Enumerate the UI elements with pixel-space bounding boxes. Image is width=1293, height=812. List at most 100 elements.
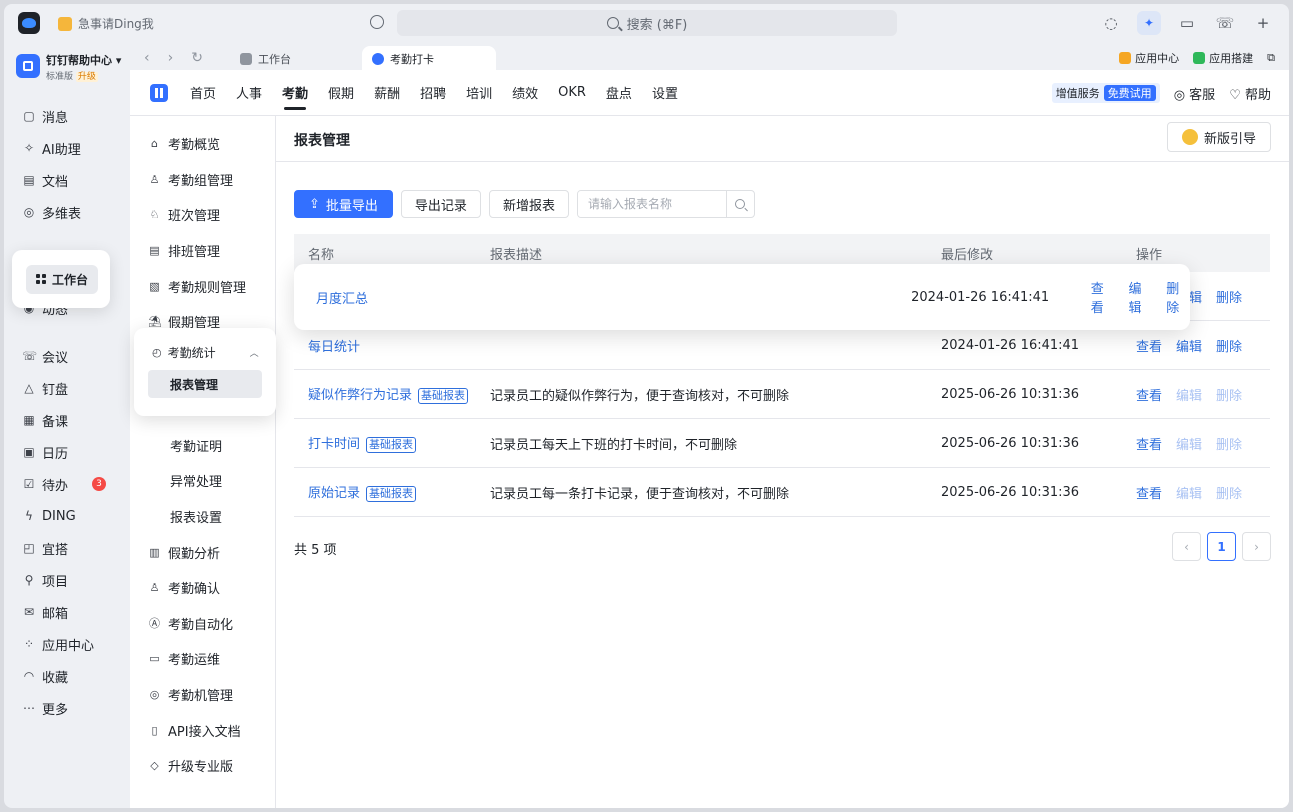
sidemenu-item[interactable]: Ⓐ 考勤自动化 xyxy=(130,606,275,642)
calendar-icon: ▣ xyxy=(23,445,35,459)
nav-item[interactable]: ◰ 宜搭 xyxy=(4,532,130,564)
ai-icon[interactable]: ✦ xyxy=(1137,11,1161,35)
view-link[interactable]: 查看 xyxy=(1136,483,1162,502)
nav-item[interactable]: ▢ 消息 xyxy=(4,100,130,132)
nav-item[interactable]: ϟ DING xyxy=(4,500,130,532)
new-report-button[interactable]: 新增报表 xyxy=(488,190,569,218)
nav-item[interactable]: △ 钉盘 xyxy=(4,372,130,404)
report-search-input[interactable] xyxy=(577,191,726,217)
menu-item[interactable]: 盘点 xyxy=(606,70,632,116)
delete-link[interactable]: 删除 xyxy=(1216,336,1242,355)
history-icon[interactable] xyxy=(370,15,384,29)
report-search-button[interactable] xyxy=(725,191,754,217)
sidemenu-item[interactable]: ▥ 假勤分析 xyxy=(130,534,275,570)
sidemenu-subitem[interactable]: 考勤证明 xyxy=(130,428,275,464)
sidemenu-item[interactable]: ▧ 考勤规则管理 xyxy=(130,268,275,304)
sidemenu-item[interactable]: ♙ 考勤组管理 xyxy=(130,162,275,198)
sidemenu-subitem[interactable]: 报表设置 xyxy=(130,499,275,535)
nav-item[interactable]: ☑ 待办 3 xyxy=(4,468,130,500)
global-search[interactable]: 搜索 (⌘F) xyxy=(397,10,897,36)
phone-icon[interactable]: ☏ xyxy=(1213,11,1237,35)
screen-cast-icon[interactable]: ▭ xyxy=(1175,11,1199,35)
sidemenu-item[interactable]: ◎ 考勤机管理 xyxy=(130,677,275,713)
workbench-tab-icon xyxy=(240,53,252,65)
sidemenu-item[interactable]: ▤ 排班管理 xyxy=(130,233,275,269)
nav-item[interactable]: ◠ 收藏 xyxy=(4,660,130,692)
dingtalk-logo-icon[interactable] xyxy=(18,12,40,34)
report-name-link[interactable]: 打卡时间 xyxy=(308,437,360,452)
sidemenu-item[interactable]: ▯ API接入文档 xyxy=(130,712,275,748)
nav-item-workbench[interactable]: 工作台 xyxy=(12,250,110,308)
history-nav: ‹ › ↻ xyxy=(144,50,203,66)
nav-item[interactable]: ▣ 日历 xyxy=(4,436,130,468)
menu-item[interactable]: 薪酬 xyxy=(374,70,400,116)
nav-item[interactable]: ⁘ 应用中心 xyxy=(4,628,130,660)
nav-item[interactable]: ✧ AI助理 xyxy=(4,132,130,164)
nav-item-label: 钉盘 xyxy=(42,382,69,398)
report-name-link[interactable]: 每日统计 xyxy=(308,340,360,355)
help-link[interactable]: ♡ 帮助 xyxy=(1229,84,1271,103)
tab-workbench[interactable]: 工作台 xyxy=(230,46,356,72)
upgrade-badge[interactable]: 升级 xyxy=(75,72,98,82)
stats-group-header[interactable]: ◴ 考勤统计 ︿ xyxy=(134,328,276,361)
report-name-link[interactable]: 月度汇总 xyxy=(294,288,911,307)
tab-attendance[interactable]: 考勤打卡 xyxy=(362,46,496,72)
app-builder-link[interactable]: 应用搭建 xyxy=(1193,50,1253,66)
menu-item[interactable]: 人事 xyxy=(236,70,262,116)
edit-link[interactable]: 编辑 xyxy=(1176,336,1202,355)
nav-item[interactable]: ▦ 备课 xyxy=(4,404,130,436)
ding-status[interactable]: 急事请Ding我 xyxy=(58,15,154,32)
delete-link[interactable]: 删除 xyxy=(1216,287,1242,306)
sidemenu-item-report-management[interactable]: 报表管理 xyxy=(148,370,262,398)
headset-icon[interactable]: ◌ xyxy=(1099,11,1123,35)
sidemenu-subitem[interactable]: 异常处理 xyxy=(130,463,275,499)
sidemenu-item[interactable]: ⌂ 考勤概览 xyxy=(130,126,275,162)
menu-item[interactable]: 假期 xyxy=(328,70,354,116)
org-switcher[interactable]: 钉钉帮助中心 ▾ 标准版 升级 xyxy=(16,54,121,82)
attendance-app: 首页 人事 考勤 假期 薪酬 招聘 培训 绩效 OKR 盘点 设置 增值服务 免费试用 ◎ 客服 ♡ … xyxy=(130,70,1289,808)
nav-item[interactable]: ⋯ 更多 xyxy=(4,692,130,724)
refresh-icon[interactable]: ↻ xyxy=(191,50,203,66)
nav-item[interactable]: ✉ 邮箱 xyxy=(4,596,130,628)
menu-item[interactable]: 首页 xyxy=(190,70,216,116)
back-icon[interactable]: ‹ xyxy=(144,50,150,66)
menu-item[interactable]: 招聘 xyxy=(420,70,446,116)
top-bar: 急事请Ding我 搜索 (⌘F) ◌ ✦ ▭ ☏ + xyxy=(4,4,1289,42)
plus-icon[interactable]: + xyxy=(1251,11,1275,35)
menu-item[interactable]: 设置 xyxy=(652,70,678,116)
nav-item[interactable]: ☏ 会议 xyxy=(4,340,130,372)
menu-item[interactable]: 绩效 xyxy=(512,70,538,116)
sidemenu-item[interactable]: ♙ 考勤确认 xyxy=(130,570,275,606)
export-records-button[interactable]: 导出记录 xyxy=(400,190,481,218)
sidemenu-item[interactable]: ▭ 考勤运维 xyxy=(130,641,275,677)
page-number[interactable]: 1 xyxy=(1207,532,1236,561)
menu-item[interactable]: 培训 xyxy=(466,70,492,116)
report-name-link[interactable]: 疑似作弊行为记录 xyxy=(308,388,412,403)
delete-link[interactable]: 删除 xyxy=(1166,278,1190,316)
customer-service-link[interactable]: ◎ 客服 xyxy=(1174,84,1216,103)
view-link[interactable]: 查看 xyxy=(1136,336,1162,355)
menu-item[interactable]: 考勤 xyxy=(282,70,308,116)
menu-item[interactable]: OKR xyxy=(558,70,586,116)
view-link[interactable]: 查看 xyxy=(1091,278,1115,316)
new-guide-button[interactable]: 新版引导 xyxy=(1166,122,1271,152)
app-logo-icon[interactable] xyxy=(150,83,168,102)
view-link[interactable]: 查看 xyxy=(1136,434,1162,453)
open-external-icon[interactable]: ⧉ xyxy=(1267,51,1275,65)
edit-link[interactable]: 编辑 xyxy=(1129,278,1153,316)
view-link[interactable]: 查看 xyxy=(1136,385,1162,404)
batch-export-button[interactable]: ⇪ 批量导出 xyxy=(294,190,393,218)
prev-page-button[interactable]: ‹ xyxy=(1172,532,1201,561)
nav-item[interactable]: ⚲ 项目 xyxy=(4,564,130,596)
next-page-button[interactable]: › xyxy=(1242,532,1271,561)
report-name-link[interactable]: 原始记录 xyxy=(308,486,360,501)
nav-item[interactable]: ▤ 文档 xyxy=(4,164,130,196)
toolbar: ⇪ 批量导出 导出记录 新增报表 xyxy=(294,190,755,218)
nav-item[interactable]: ◎ 多维表 xyxy=(4,196,130,228)
sidemenu-item[interactable]: ◇ 升级专业版 xyxy=(130,748,275,784)
sidemenu-item[interactable]: ♘ 班次管理 xyxy=(130,197,275,233)
forward-icon[interactable]: › xyxy=(168,50,174,66)
app-center-link[interactable]: 应用中心 xyxy=(1119,50,1179,66)
value-added-service[interactable]: 增值服务 免费试用 xyxy=(1051,83,1160,103)
row-actions: 查看编辑删除 xyxy=(1136,385,1270,404)
